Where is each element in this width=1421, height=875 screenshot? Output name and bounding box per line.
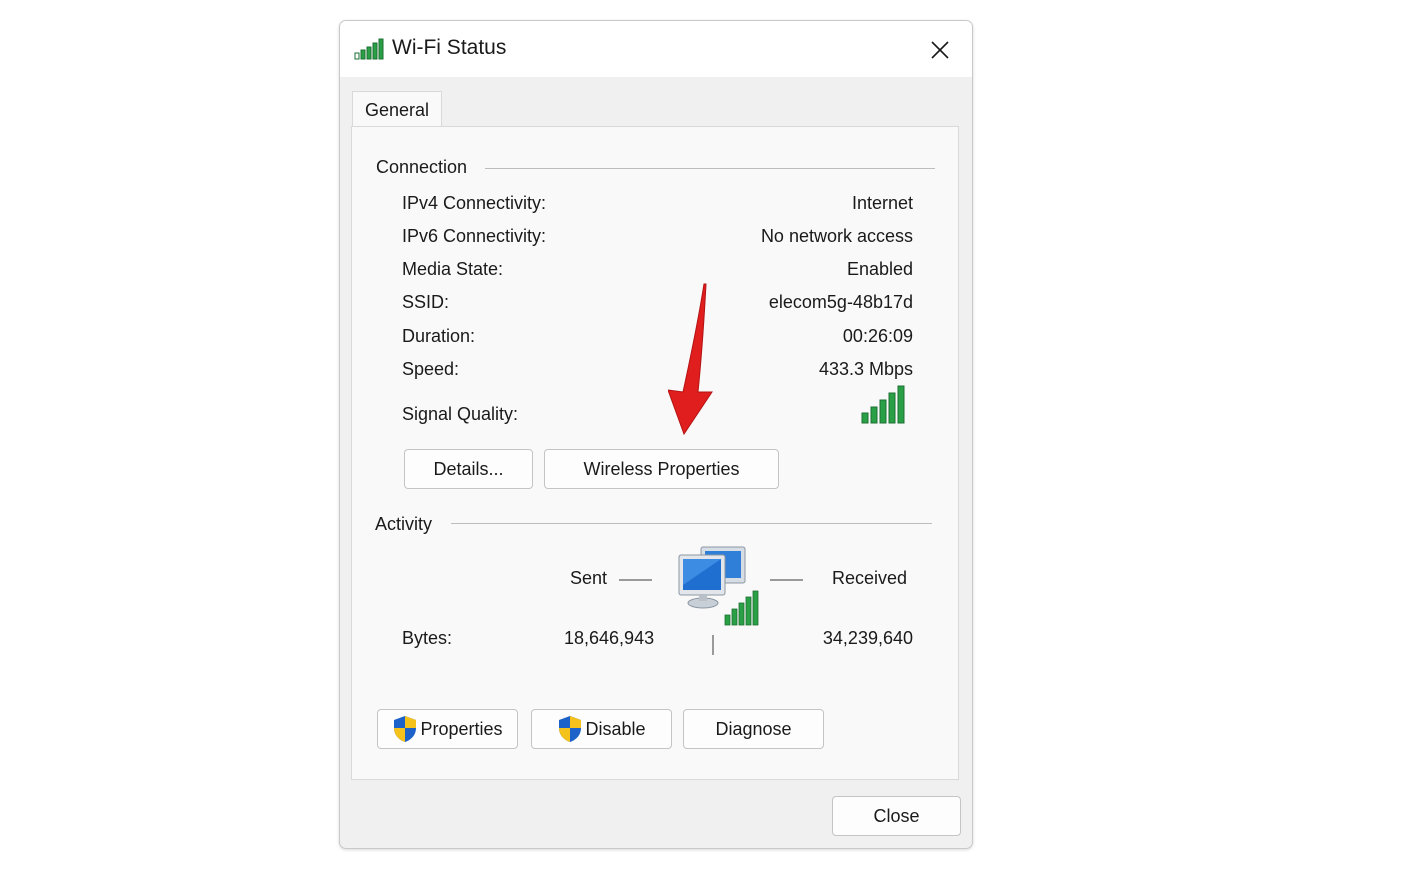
uac-shield-icon	[394, 716, 417, 742]
ipv4-label: IPv4 Connectivity:	[402, 193, 547, 213]
ssid-label: SSID:	[402, 292, 450, 312]
wifi-status-dialog: Wi-Fi Status General Connection IPv4 Con…	[339, 20, 973, 849]
sent-label: Sent	[570, 568, 608, 588]
general-panel: Connection IPv4 Connectivity: Internet I…	[351, 126, 959, 780]
details-button[interactable]: Details...	[404, 449, 533, 489]
wireless-properties-button[interactable]: Wireless Properties	[544, 449, 779, 489]
title-close-button[interactable]	[918, 32, 962, 68]
close-icon	[931, 41, 949, 59]
activity-divider	[451, 523, 932, 524]
speed-value: 433.3 Mbps	[818, 359, 913, 379]
signal-quality-icon	[861, 385, 905, 424]
received-dash	[770, 579, 803, 581]
media-state-value: Enabled	[846, 259, 913, 279]
speed-label: Speed:	[402, 359, 460, 379]
network-computers-icon	[678, 546, 759, 626]
ipv6-label: IPv6 Connectivity:	[402, 226, 547, 246]
connection-heading: Connection	[376, 157, 468, 177]
window-title: Wi-Fi Status	[392, 36, 507, 59]
ipv6-value: No network access	[760, 226, 913, 246]
connection-divider	[485, 168, 935, 169]
activity-heading: Activity	[375, 514, 433, 534]
duration-label: Duration:	[402, 326, 476, 346]
uac-shield-icon	[559, 716, 582, 742]
bytes-label: Bytes:	[402, 628, 453, 648]
media-state-label: Media State:	[402, 259, 504, 279]
diagnose-button[interactable]: Diagnose	[683, 709, 824, 749]
bytes-received-value: 34,239,640	[822, 628, 913, 648]
title-bar: Wi-Fi Status	[340, 21, 972, 77]
activity-divider-tick	[712, 635, 714, 655]
signal-quality-label: Signal Quality:	[402, 404, 519, 424]
ipv4-value: Internet	[851, 193, 913, 213]
disable-button-label: Disable	[585, 718, 646, 739]
properties-button-label: Properties	[420, 718, 503, 739]
close-button[interactable]: Close	[832, 796, 961, 836]
tab-general[interactable]: General	[352, 91, 442, 128]
bytes-sent-value: 18,646,943	[564, 628, 655, 648]
red-arrow-icon	[668, 283, 713, 436]
duration-value: 00:26:09	[842, 326, 913, 346]
received-label: Received	[832, 568, 908, 588]
ssid-value: elecom5g-48b17d	[768, 292, 913, 312]
wifi-signal-icon	[354, 38, 384, 60]
sent-dash	[619, 579, 652, 581]
disable-button[interactable]: Disable	[531, 709, 672, 749]
properties-button[interactable]: Properties	[377, 709, 518, 749]
